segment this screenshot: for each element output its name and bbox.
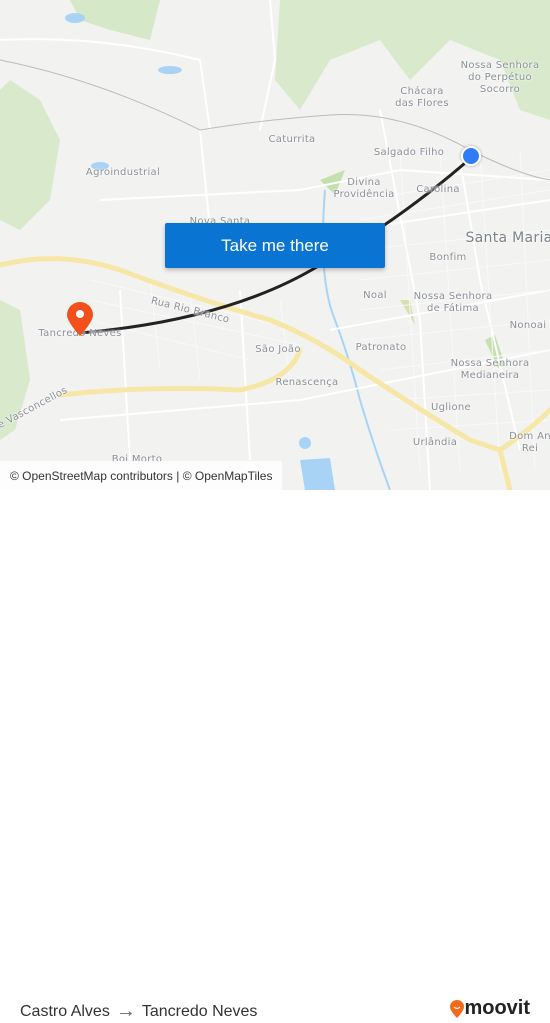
map-label-salgado-filho: Salgado Filho <box>373 147 445 158</box>
take-me-there-button[interactable]: Take me there <box>165 223 385 268</box>
map-label-sao-joao: São João <box>255 344 301 355</box>
map-label-bonfim: Bonfim <box>429 252 467 263</box>
footer: Castro Alves → Tancredo Neves moovit <box>0 490 550 1022</box>
map-label-santa-maria: Santa Maria <box>465 230 550 246</box>
arrow-right-icon: → <box>115 1000 136 1022</box>
moovit-logo: moovit <box>450 997 530 1020</box>
map-label-divina-providencia: Divina Providência <box>333 177 395 200</box>
map-label-carolina: Carolina <box>416 184 460 195</box>
map-pin-icon <box>67 302 93 336</box>
map-label-nossa-senhora-perpetuo-socorro: Nossa Senhora do Perpétuo Socorro <box>460 60 540 95</box>
map-label-nossa-senhora-de-fatima: Nossa Senhora de Fátima <box>413 291 493 314</box>
map-label-dom-antonio-reis: Dom An Rei <box>509 431 550 454</box>
route-summary: Castro Alves → Tancredo Neves <box>20 1000 257 1023</box>
map-label-noal: Noal <box>363 290 387 301</box>
map-label-chacara-das-flores: Chácara das Flores <box>395 86 449 109</box>
map-label-caturrita: Caturrita <box>268 134 316 145</box>
map-label-nonoai: Nonoai <box>509 320 547 331</box>
destination-name: Tancredo Neves <box>141 1002 258 1020</box>
brand-name: moovit <box>464 997 530 1019</box>
origin-marker[interactable] <box>461 146 481 166</box>
moovit-pin-icon <box>450 999 465 1018</box>
map[interactable]: Nossa Senhora do Perpétuo Socorro Chácara… <box>0 0 550 490</box>
map-label-uglione: Uglione <box>431 402 471 413</box>
map-label-nossa-senhora-medianeira: Nossa Senhora Medianeira <box>450 358 530 381</box>
map-label-agroindustrial: Agroindustrial <box>85 167 161 178</box>
map-label-renascenca: Renascença <box>275 377 339 388</box>
map-label-patronato: Patronato <box>355 342 407 353</box>
map-label-urlandia: Urlândia <box>412 437 458 448</box>
map-attribution: © OpenStreetMap contributors | © OpenMap… <box>0 461 283 490</box>
origin-name: Castro Alves <box>20 1002 110 1020</box>
